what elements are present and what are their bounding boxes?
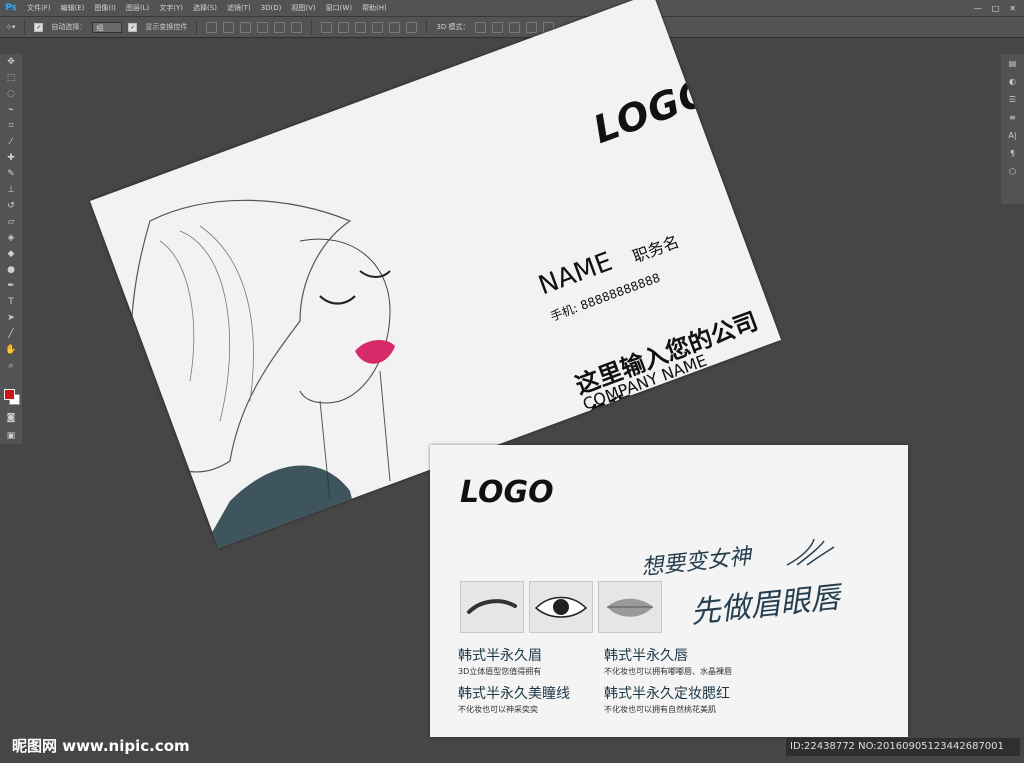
back-logo: LOGO xyxy=(460,475,554,510)
service-title: 韩式半永久定妆腮红 xyxy=(604,686,730,702)
align-right-icon[interactable] xyxy=(291,21,303,33)
auto-select-checkbox[interactable]: ✓ xyxy=(34,22,44,32)
panels-dock: ▤ ◐ ☰ ≡ A| ¶ ⬡ xyxy=(1001,54,1024,204)
character-panel-icon[interactable]: A| xyxy=(1001,126,1024,144)
distribute-left-icon[interactable] xyxy=(372,21,384,33)
align-center-icon[interactable] xyxy=(274,21,286,33)
tools-panel: ✥ ⬚ ◌ ⌁ ⌗ ⁄ ✚ ✎ ⊥ ↺ ▱ ◈ ◆ ● ✒ T ➤ ╱ ✋ ⌕ … xyxy=(0,54,22,444)
align-middle-icon[interactable] xyxy=(223,21,235,33)
properties-panel-icon[interactable]: ☰ xyxy=(1001,90,1024,108)
zoom-tool-icon[interactable]: ⌕ xyxy=(0,358,22,374)
paragraph-panel-icon[interactable]: ¶ xyxy=(1001,144,1024,162)
hand-tool-icon[interactable]: ✋ xyxy=(0,342,22,358)
auto-select-dropdown[interactable]: 组 xyxy=(92,21,123,33)
align-bottom-icon[interactable] xyxy=(240,21,252,33)
image-id-watermark: ID:22438772 NO:20160905123442687001 xyxy=(786,738,1020,756)
3d-mode-label: 3D 模式： xyxy=(436,23,470,31)
eyebrow-image xyxy=(460,581,524,633)
3d-panel-icon[interactable]: ⬡ xyxy=(1001,162,1024,180)
show-transform-label: 显示变换控件 xyxy=(145,23,188,31)
menu-edit[interactable]: 编辑(E) xyxy=(56,3,90,13)
distribute-top-icon[interactable] xyxy=(321,21,333,33)
business-card-back: LOGO 想要变女神 先做眉眼唇 韩式半永久眉 3D立体眉型您值得拥有 韩式半永… xyxy=(430,445,908,737)
distribute-right-icon[interactable] xyxy=(406,21,418,33)
auto-select-label: 自动选择： xyxy=(51,23,87,31)
type-tool-icon[interactable]: T xyxy=(0,294,22,310)
pen-tool-icon[interactable]: ✒ xyxy=(0,278,22,294)
menu-bar: Ps 文件(F) 编辑(E) 图像(I) 图层(L) 文字(Y) 选择(S) 滤… xyxy=(0,0,1024,16)
site-watermark: 昵图网 www.nipic.com xyxy=(12,737,190,755)
3d-pan-icon[interactable] xyxy=(509,21,521,33)
menu-3d[interactable]: 3D(D) xyxy=(256,4,287,12)
menu-image[interactable]: 图像(I) xyxy=(89,3,121,13)
divider xyxy=(196,20,198,34)
clone-stamp-tool-icon[interactable]: ⊥ xyxy=(0,182,22,198)
3d-rotate-icon[interactable] xyxy=(475,21,487,33)
maximize-button[interactable]: □ xyxy=(992,4,1000,13)
service-title: 韩式半永久眉 xyxy=(458,648,542,664)
history-brush-tool-icon[interactable]: ↺ xyxy=(0,198,22,214)
show-transform-checkbox[interactable]: ✓ xyxy=(128,22,138,32)
move-tool-icon[interactable]: ✥ xyxy=(0,54,22,70)
service-desc: 不化妆也可以拥有自然桃花美肌 xyxy=(604,705,716,714)
photoshop-logo-icon: Ps xyxy=(5,3,17,13)
distribute-bottom-icon[interactable] xyxy=(355,21,367,33)
eyelash-decoration-icon xyxy=(786,538,835,566)
menu-select[interactable]: 选择(S) xyxy=(188,3,222,13)
service-title: 韩式半永久唇 xyxy=(604,648,688,664)
history-panel-icon[interactable]: ▤ xyxy=(1001,54,1024,72)
back-slogan-line2: 先做眉眼唇 xyxy=(688,580,842,631)
close-button[interactable]: ✕ xyxy=(1009,4,1016,13)
brush-tool-icon[interactable]: ✎ xyxy=(0,166,22,182)
menu-file[interactable]: 文件(F) xyxy=(22,3,56,13)
minimize-button[interactable]: — xyxy=(974,4,982,13)
menu-help[interactable]: 帮助(H) xyxy=(357,3,392,13)
foreground-color-swatch[interactable] xyxy=(4,389,15,400)
3d-slide-icon[interactable] xyxy=(526,21,538,33)
menu-filter[interactable]: 滤镜(T) xyxy=(222,3,256,13)
divider xyxy=(311,20,313,34)
service-desc: 不化妆也可以神采奕奕 xyxy=(458,705,538,714)
quick-select-tool-icon[interactable]: ⌁ xyxy=(0,102,22,118)
distribute-center-icon[interactable] xyxy=(389,21,401,33)
dodge-tool-icon[interactable]: ● xyxy=(0,262,22,278)
service-title: 韩式半永久美瞳线 xyxy=(458,686,570,702)
paint-bucket-tool-icon[interactable]: ◈ xyxy=(0,230,22,246)
eyedropper-tool-icon[interactable]: ⁄ xyxy=(0,134,22,150)
move-tool-icon[interactable]: ⊹▾ xyxy=(6,23,15,31)
service-desc: 3D立体眉型您值得拥有 xyxy=(458,667,542,676)
divider xyxy=(426,20,428,34)
marquee-tool-icon[interactable]: ⬚ xyxy=(0,70,22,86)
lasso-tool-icon[interactable]: ◌ xyxy=(0,86,22,102)
divider xyxy=(24,20,26,34)
service-desc: 不化妆也可以拥有嘟嘟唇、水晶裸唇 xyxy=(604,667,732,676)
distribute-middle-icon[interactable] xyxy=(338,21,350,33)
lips-image xyxy=(598,581,662,633)
menu-layer[interactable]: 图层(L) xyxy=(121,3,154,13)
path-select-tool-icon[interactable]: ➤ xyxy=(0,310,22,326)
align-left-icon[interactable] xyxy=(257,21,269,33)
menu-view[interactable]: 视图(V) xyxy=(286,3,320,13)
menu-type[interactable]: 文字(Y) xyxy=(154,3,188,13)
layers-panel-icon[interactable]: ≡ xyxy=(1001,108,1024,126)
adjustments-panel-icon[interactable]: ◐ xyxy=(1001,72,1024,90)
blur-tool-icon[interactable]: ◆ xyxy=(0,246,22,262)
options-bar: ⊹▾ ✓ 自动选择： 组 ✓ 显示变换控件 3D 模式： xyxy=(0,16,1024,38)
quick-mask-icon[interactable]: ◙ xyxy=(0,410,22,426)
healing-brush-tool-icon[interactable]: ✚ xyxy=(0,150,22,166)
screen-mode-icon[interactable]: ▣ xyxy=(0,428,22,444)
window-controls: — □ ✕ xyxy=(974,4,1024,13)
back-slogan-line1: 想要变女神 xyxy=(640,544,753,581)
line-tool-icon[interactable]: ╱ xyxy=(0,326,22,342)
3d-roll-icon[interactable] xyxy=(492,21,504,33)
menu-window[interactable]: 窗口(W) xyxy=(321,3,357,13)
crop-tool-icon[interactable]: ⌗ xyxy=(0,118,22,134)
eraser-tool-icon[interactable]: ▱ xyxy=(0,214,22,230)
align-top-icon[interactable] xyxy=(206,21,218,33)
eye-image xyxy=(529,581,593,633)
